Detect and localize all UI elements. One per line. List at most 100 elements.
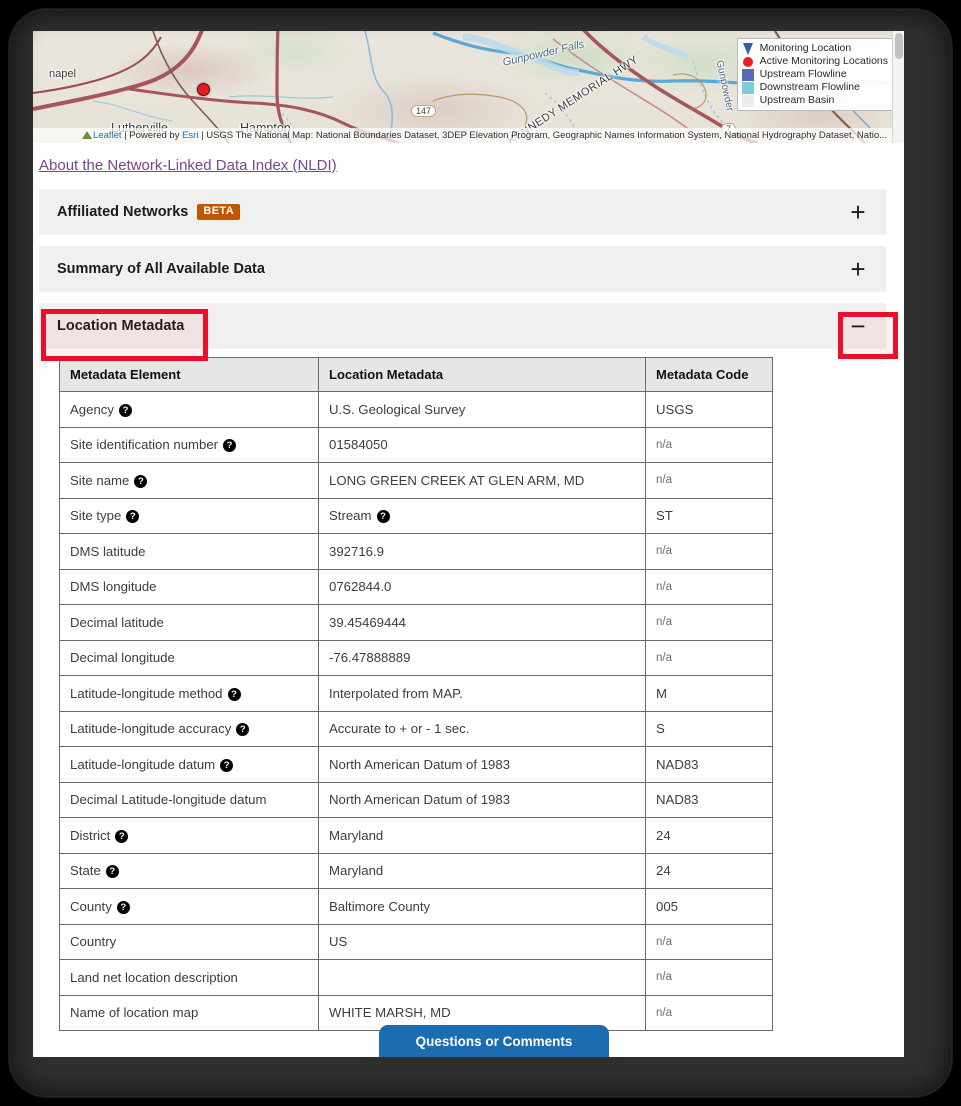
accordion-title-label: Affiliated Networks — [57, 204, 189, 220]
cell-metadata-element: DMS latitude — [59, 533, 319, 570]
cell-location-metadata: Maryland — [318, 817, 646, 854]
help-icon[interactable]: ? — [376, 510, 390, 524]
legend-label: Upstream Flowline — [759, 67, 847, 80]
cell-metadata-code: n/a — [645, 533, 773, 570]
cell-location-metadata: 39.45469444 — [318, 604, 646, 641]
cell-metadata-element: Latitude-longitude accuracy? — [59, 710, 319, 747]
cell-metadata-code: n/a — [645, 568, 773, 605]
location-metadata-table-container: Metadata Element Location Metadata Metad… — [33, 349, 904, 1031]
accordion-location-metadata[interactable]: Location Metadata − — [39, 303, 886, 349]
table-row: Latitude-longitude accuracy? Accurate to … — [59, 710, 773, 747]
map-scrollbar-thumb[interactable] — [895, 33, 903, 59]
accordion-title-label: Summary of All Available Data — [57, 261, 265, 277]
cell-metadata-element: District? — [59, 817, 319, 854]
table-row: State? Maryland 24 — [59, 852, 773, 889]
help-icon[interactable]: ? — [223, 439, 237, 453]
table-row: Agency? U.S. Geological Survey USGS — [59, 391, 773, 428]
cell-location-metadata: Stream? — [318, 497, 646, 534]
cell-location-metadata: Accurate to + or - 1 sec. — [318, 710, 646, 747]
accordion-header: Affiliated Networks BETA — [39, 204, 241, 220]
metadata-element-label: Decimal latitude — [70, 614, 164, 630]
help-icon[interactable]: ? — [236, 723, 250, 737]
leaflet-logo-icon — [82, 131, 92, 139]
accordion-affiliated-networks[interactable]: Affiliated Networks BETA + — [39, 189, 886, 235]
cell-location-metadata: LONG GREEN CREEK AT GLEN ARM, MD — [318, 462, 646, 499]
help-icon[interactable]: ? — [105, 865, 119, 879]
metadata-value: -76.47888889 — [329, 650, 411, 666]
metadata-value: Maryland — [329, 863, 384, 879]
map-scrollbar[interactable] — [892, 31, 904, 143]
legend-item-upstream-flowline: Upstream Flowline — [742, 68, 888, 81]
cell-location-metadata: US — [318, 923, 646, 960]
collapse-toggle-location-metadata[interactable]: − — [846, 313, 870, 339]
table-row: Decimal longitude -76.47888889 n/a — [59, 639, 773, 676]
help-icon[interactable]: ? — [115, 829, 129, 843]
cell-metadata-code: M — [645, 675, 773, 712]
metadata-value: North American Datum of 1983 — [329, 756, 511, 772]
cell-metadata-code: 24 — [645, 852, 773, 889]
help-icon[interactable]: ? — [227, 687, 241, 701]
metadata-value: WHITE MARSH, MD — [329, 1005, 451, 1021]
map-attribution: Leaflet | Powered by Esri | USGS The Nat… — [33, 128, 904, 143]
nldi-link-container: About the Network-Linked Data Index (NLD… — [33, 143, 904, 175]
metadata-element-label: County — [70, 898, 112, 914]
active-site-marker[interactable] — [197, 83, 210, 96]
cell-metadata-code: 005 — [645, 888, 773, 925]
metadata-value: 39.45469444 — [329, 614, 407, 630]
map-legend: Monitoring Location Active Monitoring Lo… — [736, 38, 895, 111]
accordion-header: Location Metadata — [39, 318, 184, 334]
attribution-sources: | USGS The National Map: National Bounda… — [198, 130, 888, 141]
pin-marker-icon — [742, 42, 755, 55]
cell-location-metadata: 0762844.0 — [318, 568, 646, 605]
cell-metadata-code: n/a — [645, 462, 773, 499]
cell-location-metadata: U.S. Geological Survey — [318, 391, 646, 428]
table-row: Site type? Stream? ST — [59, 497, 773, 534]
accordion-summary-of-all-available-data[interactable]: Summary of All Available Data + — [39, 246, 886, 292]
table-header-row: Metadata Element Location Metadata Metad… — [59, 357, 773, 392]
column-header-metadata-code: Metadata Code — [645, 357, 773, 392]
esri-link[interactable]: Esri — [182, 130, 198, 141]
metadata-element-label: Site type — [70, 508, 122, 524]
cell-metadata-element: Latitude-longitude datum? — [59, 746, 319, 783]
cell-metadata-element: Site type? — [59, 497, 319, 534]
help-icon[interactable]: ? — [220, 758, 234, 772]
location-map[interactable]: napel Lutherville Hampton KENNEDY MEMORI… — [33, 31, 904, 143]
help-icon[interactable]: ? — [119, 403, 132, 417]
column-header-location-metadata: Location Metadata — [318, 357, 646, 392]
legend-item-downstream-flowline: Downstream Flowline — [742, 81, 888, 94]
help-icon[interactable]: ? — [126, 510, 140, 524]
metadata-value: 392716.9 — [329, 543, 385, 559]
metadata-element-label: Latitude-longitude datum — [70, 756, 216, 772]
questions-or-comments-button[interactable]: Questions or Comments — [379, 1025, 609, 1057]
help-icon[interactable]: ? — [116, 900, 130, 914]
cell-location-metadata: -76.47888889 — [318, 639, 646, 676]
cell-location-metadata: Baltimore County — [318, 888, 646, 925]
table-row: Site name? LONG GREEN CREEK AT GLEN ARM, … — [59, 462, 773, 499]
metadata-element-label: Latitude-longitude method — [70, 685, 223, 701]
cell-metadata-element: Name of location map — [59, 994, 319, 1031]
about-nldi-link[interactable]: About the Network-Linked Data Index (NLD… — [39, 157, 337, 174]
cell-metadata-code: NAD83 — [645, 781, 773, 818]
expand-toggle-summary-of-all-available-data[interactable]: + — [846, 256, 870, 282]
table-row: Country US n/a — [59, 923, 773, 960]
metadata-value: LONG GREEN CREEK AT GLEN ARM, MD — [329, 472, 585, 488]
metadata-value: Stream — [329, 508, 372, 524]
leaflet-link[interactable]: Leaflet — [93, 130, 122, 141]
cell-metadata-element: Decimal longitude — [59, 639, 319, 676]
cell-metadata-element: Agency? — [59, 391, 319, 428]
cell-metadata-code: n/a — [645, 604, 773, 641]
metadata-value: Interpolated from MAP. — [329, 685, 463, 701]
metadata-element-label: Decimal Latitude-longitude datum — [70, 792, 267, 808]
expand-toggle-affiliated-networks[interactable]: + — [846, 199, 870, 225]
cell-metadata-element: Country — [59, 923, 319, 960]
accordion-list: Affiliated Networks BETA + Summary of Al… — [33, 175, 886, 349]
cell-location-metadata — [318, 959, 646, 996]
metadata-value: 01584050 — [329, 437, 388, 453]
help-icon[interactable]: ? — [134, 474, 148, 488]
metadata-element-label: District — [70, 827, 111, 843]
legend-item-monitoring-location: Monitoring Location — [742, 42, 888, 55]
table-row: Latitude-longitude method? Interpolated f… — [59, 675, 773, 712]
table-row: Decimal latitude 39.45469444 n/a — [59, 604, 773, 641]
table-row: DMS longitude 0762844.0 n/a — [59, 568, 773, 605]
table-row: Land net location description n/a — [59, 959, 773, 996]
